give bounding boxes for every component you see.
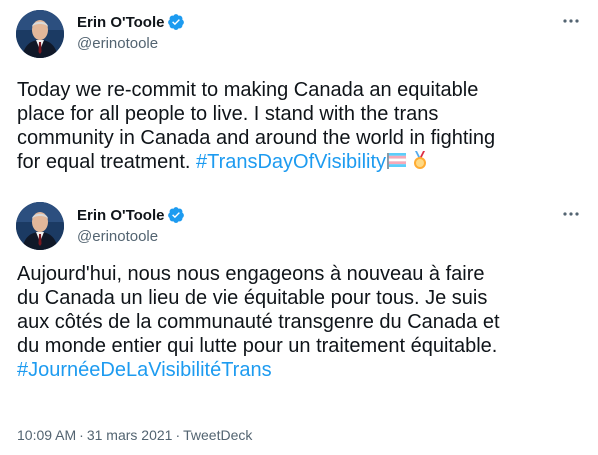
profile-photo xyxy=(16,10,64,58)
verified-badge-icon xyxy=(168,14,185,30)
author-handle[interactable]: @erinotoole xyxy=(77,227,185,247)
profile-photo xyxy=(16,202,64,250)
tweet-time[interactable]: 10:09 AM xyxy=(17,427,76,443)
verified-badge-icon xyxy=(168,207,185,223)
author-name[interactable]: Erin O'Toole xyxy=(77,207,164,224)
transgender-flag-icon xyxy=(387,153,407,169)
more-options-icon[interactable] xyxy=(560,10,582,32)
author-name[interactable]: Erin O'Toole xyxy=(77,14,164,31)
tweet-body: Aujourd'hui, nous nous engageons à nouve… xyxy=(17,263,500,357)
author-handle[interactable]: @erinotoole xyxy=(77,34,185,54)
tweet-text: Aujourd'hui, nous nous engageons à nouve… xyxy=(17,262,587,382)
tweet-meta: 10:09 AM · 31 mars 2021 · TweetDeck xyxy=(17,427,252,443)
avatar[interactable] xyxy=(16,10,64,58)
avatar[interactable] xyxy=(16,202,64,250)
meta-separator: · xyxy=(79,427,84,443)
tweet-date[interactable]: 31 mars 2021 xyxy=(87,427,173,443)
tweet-source[interactable]: TweetDeck xyxy=(183,427,252,443)
more-options-icon[interactable] xyxy=(560,203,582,225)
tweet-text: Today we re-commit to making Canada an e… xyxy=(17,78,587,174)
tweet[interactable]: Erin O'Toole @erinotoole Today we re-com… xyxy=(0,0,598,196)
tweet[interactable]: Erin O'Toole @erinotoole Aujourd'hui, no… xyxy=(0,196,598,455)
hashtag-link[interactable]: #TransDayOfVisibility xyxy=(196,151,386,173)
medal-icon xyxy=(414,151,427,169)
hashtag-link[interactable]: #JournéeDeLaVisibilitéTrans xyxy=(17,359,272,381)
meta-separator: · xyxy=(175,427,181,443)
